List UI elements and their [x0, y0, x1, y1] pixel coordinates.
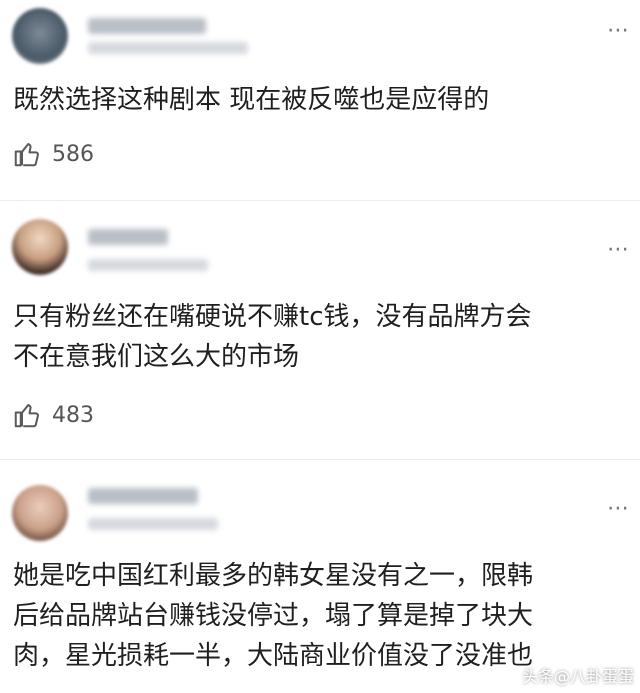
comment-item: ⋯ 既然选择这种剧本 现在被反噬也是应得的 586 [0, 0, 640, 200]
comment-text: 既然选择这种剧本 现在被反噬也是应得的 [13, 85, 490, 115]
avatar[interactable] [12, 219, 68, 275]
username-blurred[interactable] [88, 18, 206, 34]
avatar[interactable] [12, 485, 68, 541]
watermark: 头条@八卦蛋蛋 [521, 667, 634, 686]
username-blurred[interactable] [88, 229, 168, 245]
avatar[interactable] [12, 8, 68, 64]
like-count: 586 [52, 141, 94, 167]
like-button[interactable]: 483 [12, 400, 94, 430]
more-options-icon[interactable]: ⋯ [607, 498, 630, 520]
username-blurred[interactable] [88, 488, 198, 504]
comment-meta-blurred [88, 518, 218, 530]
like-button[interactable]: 586 [12, 139, 94, 169]
more-options-icon[interactable]: ⋯ [607, 20, 630, 42]
comment-meta-blurred [88, 42, 248, 54]
like-count: 483 [52, 402, 94, 428]
comment-text: 她是吃中国红利最多的韩女星没有之一，限韩 后给品牌站台赚钱没停过，塌了算是掉了块… [13, 561, 534, 671]
more-options-icon[interactable]: ⋯ [607, 239, 630, 261]
thumbs-up-icon [14, 143, 39, 167]
comment-text: 只有粉丝还在嘴硬说不赚tc钱，没有品牌方会 不在意我们这么大的市场 [13, 302, 532, 372]
comment-item: ⋯ 只有粉丝还在嘴硬说不赚tc钱，没有品牌方会 不在意我们这么大的市场 483 [0, 201, 640, 459]
comment-meta-blurred [88, 259, 208, 271]
thumbs-up-icon [14, 404, 39, 428]
comment-item: ⋯ 她是吃中国红利最多的韩女星没有之一，限韩 后给品牌站台赚钱没停过，塌了算是掉… [0, 460, 640, 693]
